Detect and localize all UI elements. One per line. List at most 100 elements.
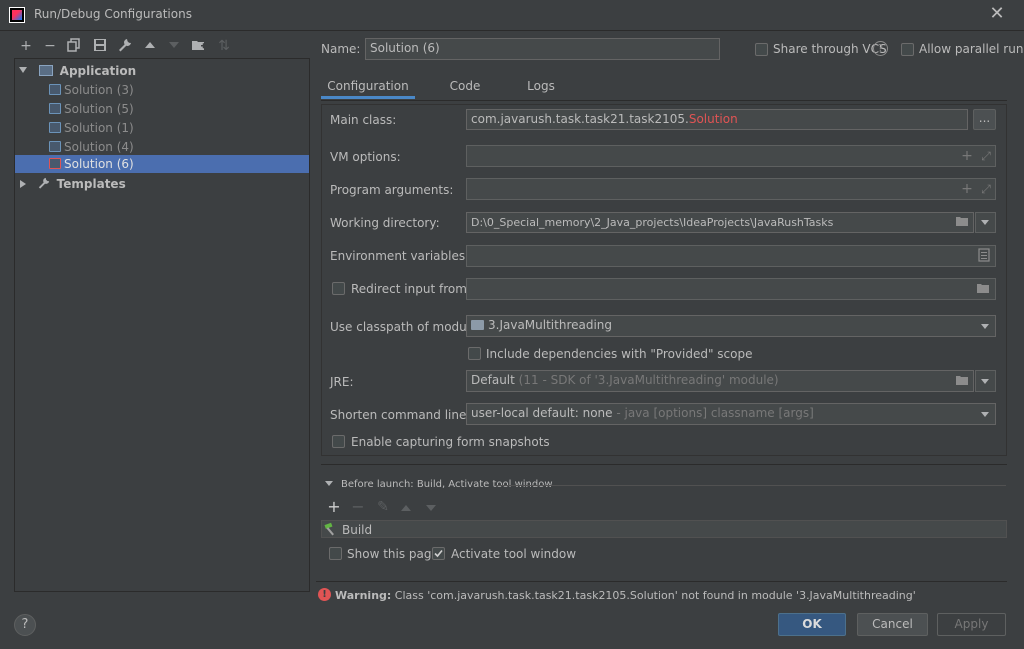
chevron-down-icon (981, 412, 989, 417)
remove-icon[interactable]: − (42, 38, 58, 54)
folder-add-icon[interactable] (191, 38, 207, 54)
tree-application-label: Application (59, 64, 137, 78)
module-folder-icon (471, 320, 484, 330)
working-directory-input[interactable]: D:\0_Special_memory\2_Java_projects\Idea… (466, 212, 974, 233)
help-icon[interactable]: ? (873, 41, 888, 56)
apply-button: Apply (937, 613, 1006, 636)
enable-snapshots-checkbox[interactable] (332, 435, 345, 448)
classpath-module-label: Use classpath of module: (330, 320, 482, 334)
tree-node-templates[interactable]: Templates (17, 175, 307, 193)
move-down-icon (166, 38, 182, 54)
move-up-icon[interactable] (142, 38, 158, 54)
configuration-tree: Application Solution (3) Solution (5) So… (14, 58, 310, 592)
expand-icon[interactable]: ⤢ (978, 181, 994, 197)
shorten-command-line-select[interactable]: user-local default: none - java [options… (466, 403, 996, 425)
include-dependencies-checkbox[interactable] (468, 347, 481, 360)
environment-variables-input[interactable] (466, 245, 996, 267)
close-icon[interactable]: ✕ (987, 4, 1007, 24)
folder-icon[interactable] (954, 215, 970, 231)
warning-divider (316, 581, 1007, 582)
wrench-icon (38, 175, 50, 193)
vm-options-label: VM options: (330, 150, 401, 164)
run-config-icon (49, 122, 61, 133)
tree-item-solution-4[interactable]: Solution (4) (49, 138, 299, 156)
expand-icon[interactable]: ⤢ (978, 148, 994, 164)
application-icon (38, 65, 53, 76)
cancel-button[interactable]: Cancel (857, 613, 928, 636)
run-config-icon (49, 103, 61, 114)
enable-snapshots-label: Enable capturing form snapshots (351, 435, 550, 449)
error-icon: ! (318, 588, 331, 601)
warning-message: Warning: Class 'com.javarush.task.task21… (335, 589, 916, 602)
add-icon[interactable]: + (326, 499, 342, 515)
add-icon[interactable]: + (959, 148, 975, 164)
collapse-arrow-icon[interactable] (20, 180, 26, 188)
remove-icon: − (351, 497, 365, 516)
tab-divider (321, 100, 1007, 101)
window-title: Run/Debug Configurations (34, 7, 192, 21)
copy-icon[interactable] (66, 38, 82, 54)
chevron-down-icon (981, 220, 989, 225)
expand-arrow-icon[interactable] (19, 67, 27, 73)
tab-logs[interactable]: Logs (520, 73, 562, 99)
before-launch-divider (495, 485, 1006, 486)
share-vcs-label: Share through VCS (773, 42, 887, 56)
tree-item-solution-6[interactable]: Solution (6) (15, 155, 309, 173)
shorten-command-line-label: Shorten command line: (330, 408, 471, 422)
sort-icon: ⇅ (218, 38, 230, 54)
tab-code-coverage[interactable]: Code Coverage (419, 73, 511, 119)
section-divider (321, 464, 1007, 465)
tab-configuration[interactable]: Configuration (321, 73, 415, 99)
edit-icon: ✎ (377, 499, 389, 515)
working-directory-label: Working directory: (330, 216, 440, 230)
tree-item-solution-3[interactable]: Solution (3) (49, 81, 299, 99)
wrench-icon[interactable] (117, 38, 133, 54)
name-input[interactable]: Solution (6) (365, 38, 720, 60)
redirect-input-field[interactable] (466, 278, 996, 300)
allow-parallel-checkbox[interactable] (901, 43, 914, 56)
before-launch-task-build[interactable]: Build (342, 523, 372, 537)
show-page-checkbox[interactable] (329, 547, 342, 560)
save-icon[interactable] (92, 38, 108, 54)
program-arguments-input[interactable] (466, 178, 996, 200)
activate-tool-window-checkbox[interactable] (432, 547, 445, 560)
share-vcs-checkbox[interactable] (755, 43, 768, 56)
jre-input[interactable]: Default (11 - SDK of '3.JavaMultithreadi… (466, 370, 974, 392)
folder-icon[interactable] (975, 282, 991, 298)
help-button[interactable]: ? (14, 614, 36, 636)
activate-tool-window-label: Activate tool window (451, 547, 577, 561)
tree-node-application[interactable]: Application (17, 62, 307, 80)
classpath-module-select[interactable]: 3.JavaMultithreading (466, 315, 996, 337)
browse-main-class-button[interactable]: ... (973, 109, 996, 130)
ok-button[interactable]: OK (778, 613, 846, 636)
chevron-down-icon (981, 379, 989, 384)
move-down-icon (426, 505, 436, 511)
vm-options-input[interactable] (466, 145, 996, 167)
redirect-input-checkbox[interactable] (332, 282, 345, 295)
tree-item-solution-1[interactable]: Solution (1) (49, 119, 299, 137)
chevron-down-icon (981, 324, 989, 329)
add-icon[interactable]: + (18, 38, 34, 54)
main-class-label: Main class: (330, 113, 397, 127)
collapse-arrow-icon[interactable] (325, 481, 333, 486)
show-page-label: Show this page (347, 547, 439, 561)
intellij-logo-icon (9, 7, 25, 23)
move-up-icon (401, 505, 411, 511)
add-icon[interactable]: + (959, 181, 975, 197)
redirect-input-label: Redirect input from: (351, 282, 471, 296)
tree-item-solution-5[interactable]: Solution (5) (49, 100, 299, 118)
document-icon[interactable] (976, 248, 992, 264)
before-launch-list (321, 520, 1007, 538)
program-arguments-label: Program arguments: (330, 183, 454, 197)
allow-parallel-label: Allow parallel run (919, 42, 1024, 56)
main-class-input[interactable]: com.javarush.task.task21.task2105.Soluti… (466, 109, 968, 130)
include-dependencies-label: Include dependencies with "Provided" sco… (486, 347, 753, 361)
environment-variables-label: Environment variables: (330, 249, 470, 263)
name-label: Name: (321, 42, 361, 56)
tree-templates-label: Templates (56, 177, 126, 191)
hammer-icon (324, 522, 338, 539)
run-config-icon (49, 141, 61, 152)
jre-label: JRE: (330, 375, 354, 389)
run-config-error-icon (49, 158, 61, 169)
folder-icon[interactable] (954, 374, 970, 390)
